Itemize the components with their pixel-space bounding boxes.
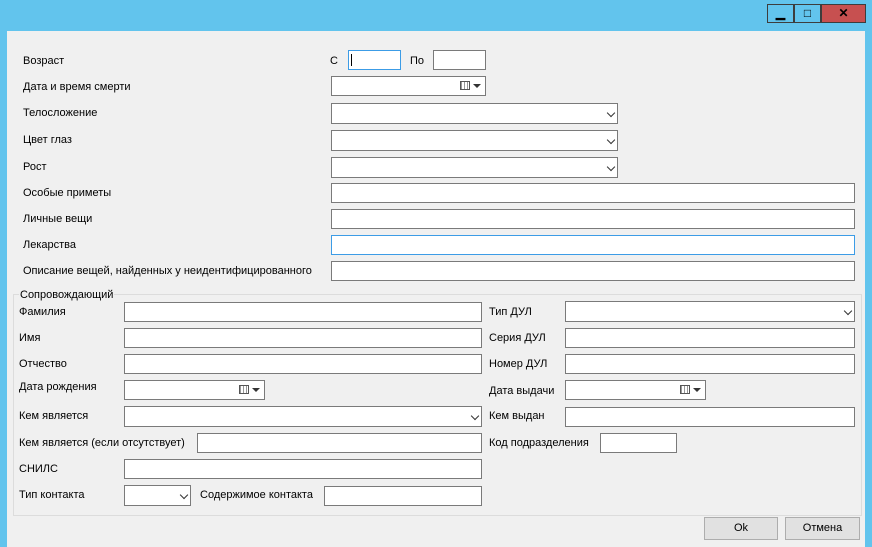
age-to-label: По [410,55,425,67]
death-datetime-picker[interactable] [331,76,486,96]
maximize-icon: □ [803,6,812,20]
minimize-button[interactable]: ▁ [767,4,794,23]
relation-other-input[interactable] [197,433,482,453]
build-select[interactable] [331,103,618,124]
eye-color-select[interactable] [331,130,618,151]
dropdown-arrow-icon [252,388,260,392]
doc-series-input[interactable] [565,328,855,348]
calendar-icon [239,385,249,394]
doc-type-label: Тип ДУЛ [489,306,532,318]
found-items-input[interactable] [331,261,855,281]
doc-number-label: Номер ДУЛ [489,358,548,370]
dropdown-arrow-icon [473,84,481,88]
window-frame-right [865,31,872,547]
contact-type-label: Тип контакта [19,489,85,501]
doc-series-label: Серия ДУЛ [489,332,546,344]
found-items-label: Описание вещей, найденных у неидентифици… [23,265,312,277]
division-code-input[interactable] [600,433,677,453]
special-marks-label: Особые приметы [23,187,112,199]
age-from-input[interactable] [348,50,401,70]
patronymic-input[interactable] [124,354,482,374]
chevron-down-icon [606,135,616,145]
height-label: Рост [23,161,47,173]
chevron-down-icon [843,306,853,316]
chevron-down-icon [179,490,189,500]
first-name-input[interactable] [124,328,482,348]
relation-select[interactable] [124,406,482,427]
death-datetime-label: Дата и время смерти [23,81,131,93]
height-select[interactable] [331,157,618,178]
window-frame-left [0,31,7,547]
relation-label: Кем является [19,410,89,422]
last-name-label: Фамилия [19,306,66,318]
issue-date-label: Дата выдачи [489,385,555,397]
contact-type-select[interactable] [124,485,191,506]
age-from-label: С [330,55,338,67]
doc-type-select[interactable] [565,301,855,322]
close-button[interactable]: ✕ [821,4,866,23]
contact-content-input[interactable] [324,486,482,506]
first-name-label: Имя [19,332,41,344]
dialog-body: Возраст С По Дата и время смерти Телосло… [7,31,865,547]
ok-button[interactable]: Ok [704,517,778,540]
personal-items-label: Личные вещи [23,213,93,225]
doc-number-input[interactable] [565,354,855,374]
age-label: Возраст [23,55,65,67]
issue-date-picker[interactable] [565,380,706,400]
calendar-icon [460,81,470,90]
snils-input[interactable] [124,459,482,479]
maximize-button[interactable]: □ [794,4,821,23]
birth-date-label: Дата рождения [19,381,97,393]
snils-label: СНИЛС [19,463,58,475]
eye-color-label: Цвет глаз [23,134,72,146]
chevron-down-icon [606,162,616,172]
build-label: Телосложение [23,107,98,119]
medicines-input[interactable] [331,235,855,255]
birth-date-picker[interactable] [124,380,265,400]
relation-other-label: Кем является (если отсутствует) [19,437,185,449]
window-title-bar[interactable]: ▁ □ ✕ [0,0,872,31]
close-icon: ✕ [838,6,849,20]
minimize-icon: ▁ [775,6,786,20]
last-name-input[interactable] [124,302,482,322]
personal-items-input[interactable] [331,209,855,229]
escort-group-label: Сопровождающий [19,289,115,301]
chevron-down-icon [470,411,480,421]
text-caret [351,54,352,66]
cancel-button[interactable]: Отмена [785,517,860,540]
special-marks-input[interactable] [331,183,855,203]
medicines-label: Лекарства [23,239,77,251]
dropdown-arrow-icon [693,388,701,392]
issued-by-input[interactable] [565,407,855,427]
issued-by-label: Кем выдан [489,410,545,422]
calendar-icon [680,385,690,394]
division-code-label: Код подразделения [489,437,589,449]
age-to-input[interactable] [433,50,486,70]
patronymic-label: Отчество [19,358,67,370]
contact-content-label: Содержимое контакта [200,489,313,501]
chevron-down-icon [606,108,616,118]
